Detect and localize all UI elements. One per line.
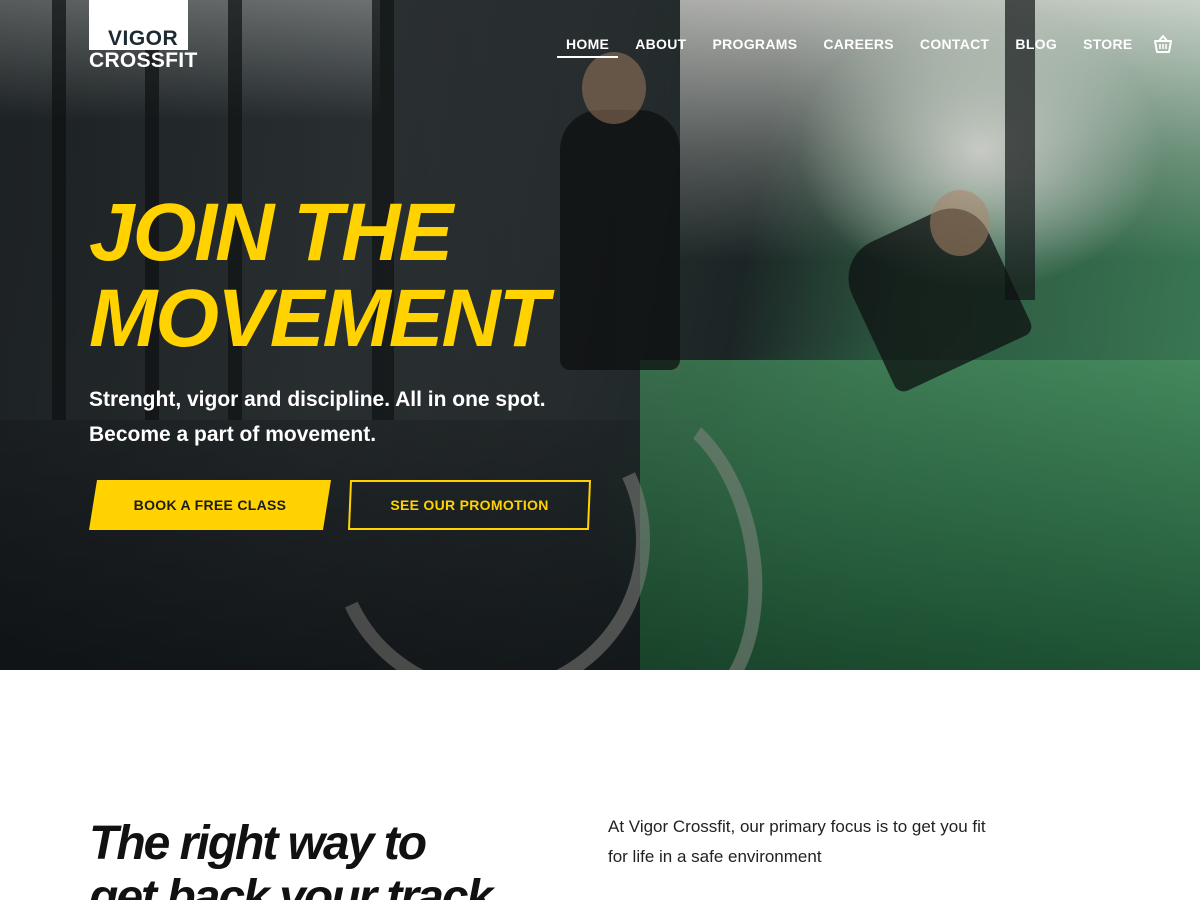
hero-subtitle-line: Strenght, vigor and discipline. All in o… [89,388,546,411]
hero-title-line: JOIN THE [89,187,453,278]
nav-item-careers[interactable]: CAREERS [814,35,903,53]
see-promotion-button[interactable]: SEE OUR PROMOTION [348,480,591,530]
nav-item-programs[interactable]: PROGRAMS [703,35,806,53]
main-nav: HOME ABOUT PROGRAMS CAREERS CONTACT BLOG… [557,32,1174,58]
nav-item-blog[interactable]: BLOG [1006,35,1066,53]
basket-icon[interactable] [1152,33,1174,55]
logo-text-crossfit: CROSSFIT [89,49,198,72]
book-free-class-button[interactable]: BOOK A FREE CLASS [89,480,331,530]
nav-item-about[interactable]: ABOUT [626,35,695,53]
nav-item-store[interactable]: STORE [1074,35,1141,53]
nav-item-home[interactable]: HOME [557,35,619,58]
intro-heading-line: The right way to [89,817,427,870]
intro-heading: The right way to get back your track [89,817,559,900]
intro-heading-line: get back your track [89,871,493,900]
see-promotion-label: SEE OUR PROMOTION [390,497,549,513]
logo-text-vigor: VIGOR [108,27,179,50]
site-logo[interactable]: VIGOR CROSSFIT [89,0,197,72]
hero-title: JOIN THE MOVEMENT [89,190,689,362]
nav-item-contact[interactable]: CONTACT [911,35,999,53]
intro-text: At Vigor Crossfit, our primary focus is … [608,817,986,866]
hero-section: VIGOR CROSSFIT HOME ABOUT PROGRAMS CAREE… [0,0,1200,670]
hero-subtitle: Strenght, vigor and discipline. All in o… [89,382,609,452]
hero-subtitle-line: Become a part of movement. [89,423,377,446]
hero-title-line: MOVEMENT [89,273,549,364]
